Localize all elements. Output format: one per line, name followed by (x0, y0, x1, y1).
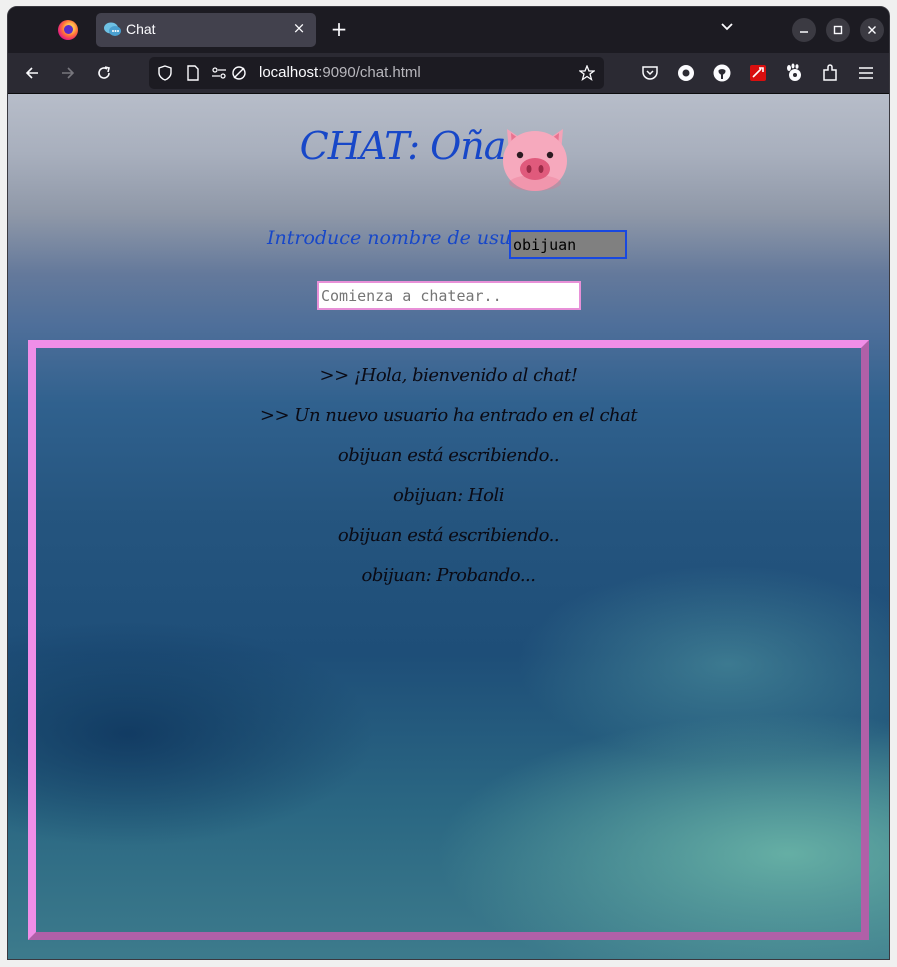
close-window-button[interactable] (860, 18, 884, 42)
back-icon[interactable] (20, 61, 44, 85)
tracking-off-icon[interactable] (231, 65, 247, 81)
chat-message: obijuan está escribiendo.. (337, 445, 560, 466)
page-title-text: CHAT: Oña (299, 124, 507, 168)
page-content: CHAT: Oña Introduce nombre de usuario: >… (8, 94, 889, 959)
pocket-icon[interactable] (640, 63, 660, 83)
message-list: >> ¡Hola, bienvenido al chat! >> Un nuev… (36, 356, 861, 596)
reload-icon[interactable] (92, 61, 116, 85)
message-input[interactable] (317, 281, 581, 310)
extension-red-icon[interactable] (748, 63, 768, 83)
chat-message: obijuan: Probando... (361, 565, 536, 586)
github-icon[interactable] (712, 63, 732, 83)
permissions-icon[interactable] (211, 65, 227, 81)
navigation-toolbar: localhost:9090/chat.html (8, 53, 889, 94)
tab-close-icon[interactable]: × (290, 19, 308, 37)
page-icon[interactable] (185, 65, 201, 81)
tab-bar: Chat × + (8, 7, 889, 53)
extension-disc-icon[interactable] (676, 63, 696, 83)
forward-icon[interactable] (56, 61, 80, 85)
bookmark-star-icon[interactable] (579, 65, 595, 81)
chat-display: >> ¡Hola, bienvenido al chat! >> Un nuev… (28, 340, 869, 940)
chat-message: obijuan: Holi (393, 485, 504, 506)
tab-list-chevron-icon[interactable] (720, 19, 734, 33)
chat-message: obijuan está escribiendo.. (337, 525, 560, 546)
extensions-icon[interactable] (820, 63, 840, 83)
browser-window: Chat × + localhost:9090/chat.html CHAT: … (7, 6, 890, 960)
maximize-button[interactable] (826, 18, 850, 42)
tab-title: Chat (126, 21, 156, 37)
pig-face-icon (503, 129, 567, 191)
url-text[interactable]: localhost:9090/chat.html (259, 64, 421, 81)
gnome-icon[interactable] (784, 63, 804, 83)
menu-icon[interactable] (856, 63, 876, 83)
minimize-button[interactable] (792, 18, 816, 42)
firefox-logo-icon[interactable] (58, 20, 78, 40)
page-title: CHAT: Oña (8, 124, 889, 168)
url-bar[interactable]: localhost:9090/chat.html (149, 57, 604, 89)
chat-message: >> ¡Hola, bienvenido al chat! (319, 365, 578, 386)
url-host: localhost (259, 64, 319, 81)
shield-icon[interactable] (157, 65, 173, 81)
new-tab-button[interactable]: + (328, 18, 350, 40)
tab-chat[interactable]: Chat × (96, 13, 316, 47)
chat-message: >> Un nuevo usuario ha entrado en el cha… (259, 405, 638, 426)
username-input[interactable] (509, 230, 627, 259)
url-path: :9090/chat.html (318, 64, 421, 81)
chat-bubble-icon (104, 22, 121, 36)
